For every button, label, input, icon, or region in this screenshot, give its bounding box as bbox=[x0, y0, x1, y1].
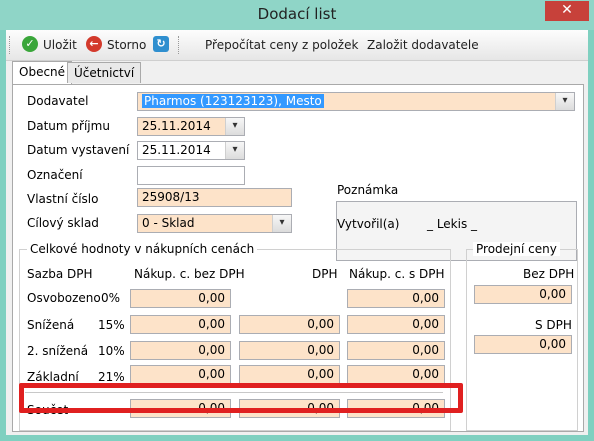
sale-gross-label: S DPH bbox=[535, 318, 572, 332]
row-standard-pct: 21% bbox=[98, 370, 125, 384]
col-gross-header: Nákup. c. s DPH bbox=[349, 267, 445, 281]
supplier-label: Dodavatel bbox=[27, 94, 89, 108]
window-title: Dodací list bbox=[257, 5, 337, 23]
highlight-box bbox=[19, 383, 463, 413]
receipt-date-value: 25.11.2014 bbox=[142, 119, 211, 133]
row-second-reduced-pct: 10% bbox=[98, 344, 125, 358]
row-reduced-gross[interactable]: 0,00 bbox=[347, 315, 445, 334]
row-second-reduced-net[interactable]: 0,00 bbox=[130, 341, 231, 360]
row-reduced-pct: 15% bbox=[98, 318, 125, 332]
row-standard-gross[interactable]: 0,00 bbox=[347, 365, 445, 384]
designation-field[interactable] bbox=[137, 166, 245, 185]
chevron-down-icon[interactable]: ▾ bbox=[272, 215, 291, 232]
general-panel: Dodavatel Pharmos (123123123), Mesto ▾ D… bbox=[12, 84, 584, 432]
chevron-down-icon[interactable]: ▾ bbox=[225, 118, 244, 135]
col-vat-header: DPH bbox=[312, 267, 338, 281]
issue-date-label: Datum vystavení bbox=[27, 143, 130, 157]
cancel-button[interactable]: Storno bbox=[107, 34, 146, 56]
note-label: Poznámka bbox=[337, 183, 399, 197]
tab-general[interactable]: Obecné bbox=[12, 61, 73, 84]
target-store-select[interactable]: 0 - Sklad ▾ bbox=[137, 214, 292, 233]
sale-net-field[interactable]: 0,00 bbox=[474, 285, 572, 304]
save-button[interactable]: Uložit bbox=[43, 34, 77, 56]
own-number-field[interactable]: 25908/13 bbox=[137, 188, 292, 207]
sale-net-label: Bez DPH bbox=[523, 267, 575, 281]
target-store-value: 0 - Sklad bbox=[142, 216, 195, 230]
designation-label: Označení bbox=[27, 168, 83, 182]
receipt-date-label: Datum příjmu bbox=[27, 119, 110, 133]
chevron-down-icon[interactable]: ▾ bbox=[555, 93, 574, 110]
recalculate-prices-button[interactable]: Přepočítat ceny z položek bbox=[205, 34, 358, 56]
chevron-down-icon[interactable]: ▾ bbox=[225, 142, 244, 159]
close-button[interactable]: ✕ bbox=[545, 1, 589, 21]
row-standard-net[interactable]: 0,00 bbox=[130, 365, 231, 384]
own-number-label: Vlastní číslo bbox=[27, 192, 99, 206]
row-reduced-vat[interactable]: 0,00 bbox=[239, 315, 340, 334]
back-arrow-icon: ← bbox=[86, 36, 102, 52]
sale-prices-title: Prodejní ceny bbox=[473, 242, 560, 256]
supplier-value: Pharmos (123123123), Mesto bbox=[142, 94, 324, 108]
col-net-header: Nákup. c. bez DPH bbox=[134, 267, 245, 281]
window: Dodací list ✕ ✓ Uložit ← Storno ↻ Přepoč… bbox=[0, 0, 594, 441]
row-reduced-label: Snížená bbox=[27, 318, 75, 332]
row-exempt-label: Osvobozeno bbox=[27, 291, 101, 305]
check-icon: ✓ bbox=[22, 36, 38, 52]
toolbar-separator bbox=[178, 36, 181, 54]
col-rate-header: Sazba DPH bbox=[27, 267, 93, 281]
create-supplier-button[interactable]: Založit dodavatele bbox=[367, 34, 479, 56]
totals-group-title: Celkové hodnoty v nákupních cenách bbox=[27, 242, 258, 256]
issue-date-field[interactable]: 25.11.2014 ▾ bbox=[137, 141, 245, 160]
supplier-select[interactable]: Pharmos (123123123), Mesto ▾ bbox=[137, 92, 575, 111]
tab-accounting[interactable]: Účetnictví bbox=[67, 62, 142, 83]
created-by-value: _ Lekis _ bbox=[427, 217, 478, 231]
row-reduced-net[interactable]: 0,00 bbox=[130, 315, 231, 334]
row-standard-label: Základní bbox=[27, 370, 79, 384]
title-bar[interactable]: Dodací list ✕ bbox=[0, 0, 594, 30]
client-area: ✓ Uložit ← Storno ↻ Přepočítat ceny z po… bbox=[6, 30, 588, 435]
row-exempt-pct: 0% bbox=[101, 291, 121, 305]
toolbar-grip[interactable] bbox=[9, 36, 12, 54]
refresh-icon[interactable]: ↻ bbox=[153, 36, 169, 52]
row-second-reduced-label: 2. snížená bbox=[27, 344, 89, 358]
issue-date-value: 25.11.2014 bbox=[142, 143, 211, 157]
row-exempt-gross[interactable]: 0,00 bbox=[347, 289, 445, 308]
toolbar: ✓ Uložit ← Storno ↻ Přepočítat ceny z po… bbox=[6, 30, 588, 61]
row-second-reduced-vat[interactable]: 0,00 bbox=[239, 341, 340, 360]
sale-gross-field[interactable]: 0,00 bbox=[474, 335, 572, 354]
row-second-reduced-gross[interactable]: 0,00 bbox=[347, 341, 445, 360]
row-exempt-net[interactable]: 0,00 bbox=[130, 289, 231, 308]
created-by-label: Vytvořil(a) bbox=[337, 217, 400, 231]
target-store-label: Cílový sklad bbox=[27, 216, 99, 230]
receipt-date-field[interactable]: 25.11.2014 ▾ bbox=[137, 117, 245, 136]
row-standard-vat[interactable]: 0,00 bbox=[239, 365, 340, 384]
